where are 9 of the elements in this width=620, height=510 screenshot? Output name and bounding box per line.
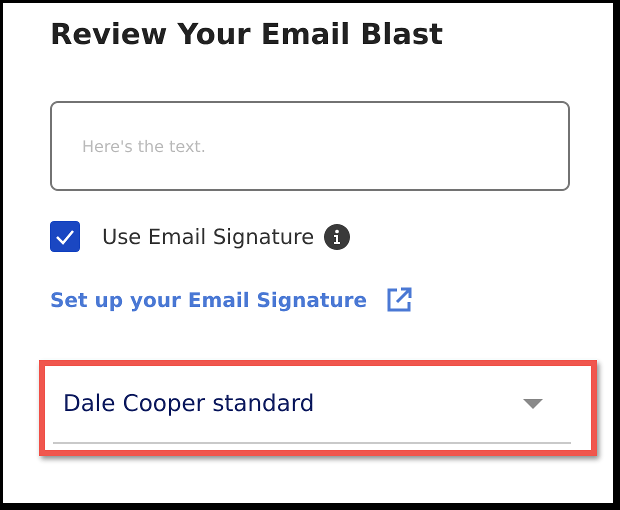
caret-icon	[523, 399, 543, 409]
signature-checkbox[interactable]	[50, 221, 80, 252]
page-title: Review Your Email Blast	[50, 17, 444, 53]
checkbox-label: Use Email Signature	[102, 224, 314, 248]
setup-signature-link[interactable]: Set up your Email Signature	[50, 288, 368, 312]
signature-select[interactable]: Dale Cooper standard	[53, 366, 571, 444]
check-icon	[55, 228, 75, 244]
info-icon[interactable]	[324, 224, 350, 250]
external-link-icon[interactable]	[385, 286, 414, 314]
